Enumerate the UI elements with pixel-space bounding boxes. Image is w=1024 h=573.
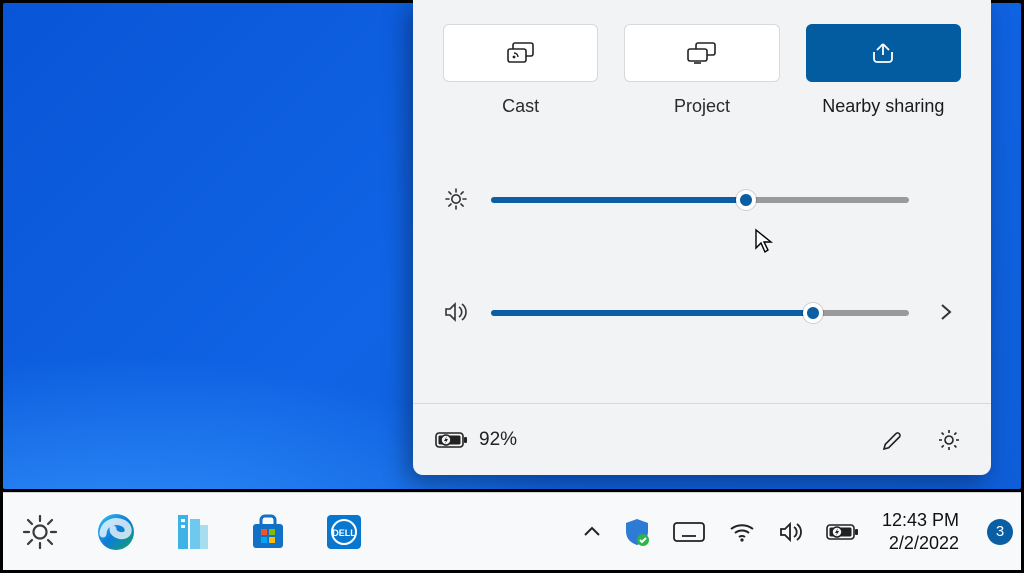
brightness-row xyxy=(413,151,991,211)
notification-badge[interactable]: 3 xyxy=(987,519,1013,545)
taskbar-pinned-apps: DELL xyxy=(3,509,367,555)
tray-volume-icon[interactable] xyxy=(778,521,804,543)
system-tray: 12:43 PM 2/2/2022 3 xyxy=(582,509,1021,554)
svg-text:DELL: DELL xyxy=(332,528,356,538)
cast-label: Cast xyxy=(502,96,539,117)
keyboard-icon[interactable] xyxy=(672,520,706,544)
gear-icon xyxy=(936,427,962,453)
edge-icon xyxy=(95,511,137,553)
brightness-icon xyxy=(443,187,469,211)
taskbar-app-dell[interactable]: DELL xyxy=(321,509,367,555)
volume-row xyxy=(413,263,991,325)
taskbar-app-edge[interactable] xyxy=(93,509,139,555)
tile-cast: Cast xyxy=(443,24,598,117)
project-button[interactable] xyxy=(624,24,779,82)
dell-icon: DELL xyxy=(324,512,364,552)
quick-tiles-row: Cast Project xyxy=(413,0,991,117)
volume-slider[interactable] xyxy=(491,302,909,322)
battery-icon xyxy=(435,430,469,450)
panel-footer: 92% xyxy=(413,403,991,475)
nearby-sharing-button[interactable] xyxy=(806,24,961,82)
wifi-icon[interactable] xyxy=(728,521,756,543)
settings-button[interactable] xyxy=(929,420,969,460)
quick-settings-panel: Cast Project xyxy=(413,0,991,475)
tile-project: Project xyxy=(624,24,779,117)
battery-percent: 92% xyxy=(479,429,517,451)
volume-icon xyxy=(443,300,469,324)
security-icon[interactable] xyxy=(624,517,650,547)
project-icon xyxy=(686,42,718,64)
server-icon xyxy=(172,511,212,553)
clock-time: 12:43 PM xyxy=(882,509,959,532)
pencil-icon xyxy=(881,428,905,452)
tray-battery-icon[interactable] xyxy=(826,523,860,541)
project-label: Project xyxy=(674,96,730,117)
nearby-sharing-label: Nearby sharing xyxy=(822,96,944,117)
clock-date: 2/2/2022 xyxy=(882,532,959,555)
tile-nearby-sharing: Nearby sharing xyxy=(806,24,961,117)
volume-expand-button[interactable] xyxy=(931,299,961,325)
taskbar-clock[interactable]: 12:43 PM 2/2/2022 xyxy=(882,509,959,554)
tray-overflow-button[interactable] xyxy=(582,525,602,539)
edit-button[interactable] xyxy=(873,420,913,460)
store-icon xyxy=(248,512,288,552)
cast-icon xyxy=(506,42,536,64)
gear-icon xyxy=(20,512,60,552)
taskbar-app-settings[interactable] xyxy=(17,509,63,555)
taskbar-app-server-manager[interactable] xyxy=(169,509,215,555)
battery-status[interactable]: 92% xyxy=(435,429,517,451)
taskbar-app-store[interactable] xyxy=(245,509,291,555)
brightness-slider[interactable] xyxy=(491,189,909,209)
share-icon xyxy=(869,41,897,65)
taskbar: DELL xyxy=(3,492,1021,570)
cast-button[interactable] xyxy=(443,24,598,82)
